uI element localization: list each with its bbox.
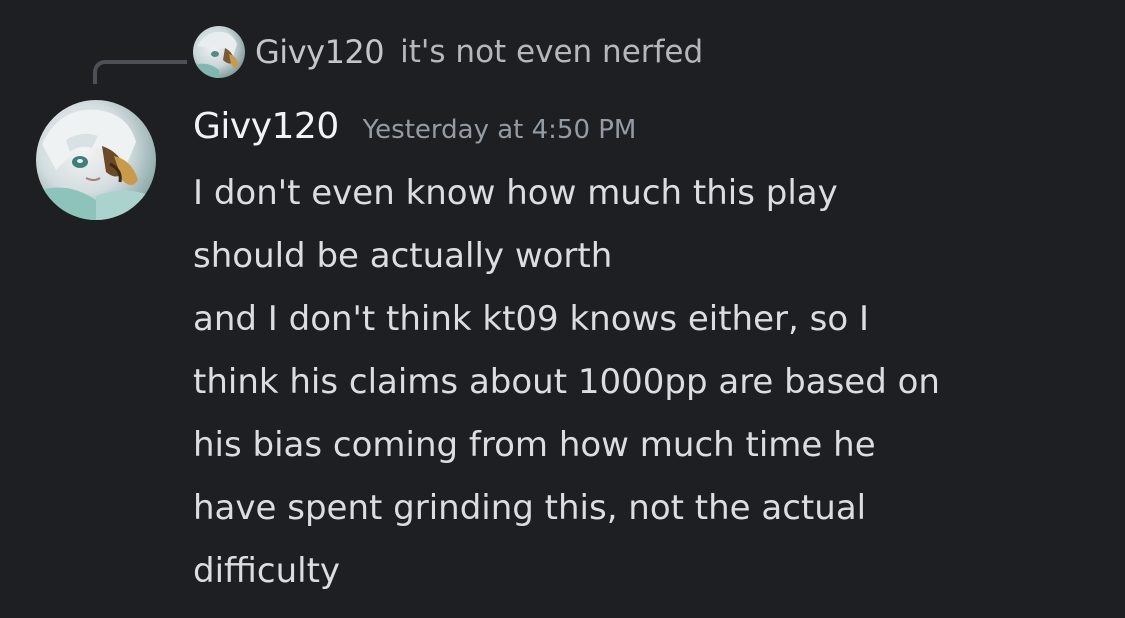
message-content: I don't even know how much this play sho… [193, 162, 1093, 603]
message-header: Givy120 Yesterday at 4:50 PM [193, 106, 636, 158]
message-line: his bias coming from how much time he [193, 425, 876, 465]
reply-text[interactable]: it's not even nerfed [400, 34, 703, 70]
chat-message: Givy120 it's not even nerfed Givy120 Yes… [0, 0, 1125, 618]
reply-author-name[interactable]: Givy120 [255, 33, 385, 71]
message-line: and I don't think kt09 knows either, so … [193, 299, 869, 339]
reply-connector-line [93, 60, 187, 84]
reply-preview[interactable]: Givy120 it's not even nerfed [193, 26, 703, 78]
message-line: difficulty [193, 551, 341, 591]
anime-avatar-icon [36, 100, 156, 220]
message-line: I don't even know how much this play [193, 173, 838, 213]
message-line: should be actually worth [193, 236, 613, 276]
anime-avatar-icon [193, 26, 245, 78]
avatar[interactable] [36, 100, 156, 220]
message-line: think his claims about 1000pp are based … [193, 362, 940, 402]
reply-avatar[interactable] [193, 26, 245, 78]
message-line: have spent grinding this, not the actual [193, 488, 867, 528]
author-name[interactable]: Givy120 [193, 106, 339, 147]
timestamp[interactable]: Yesterday at 4:50 PM [363, 115, 637, 145]
